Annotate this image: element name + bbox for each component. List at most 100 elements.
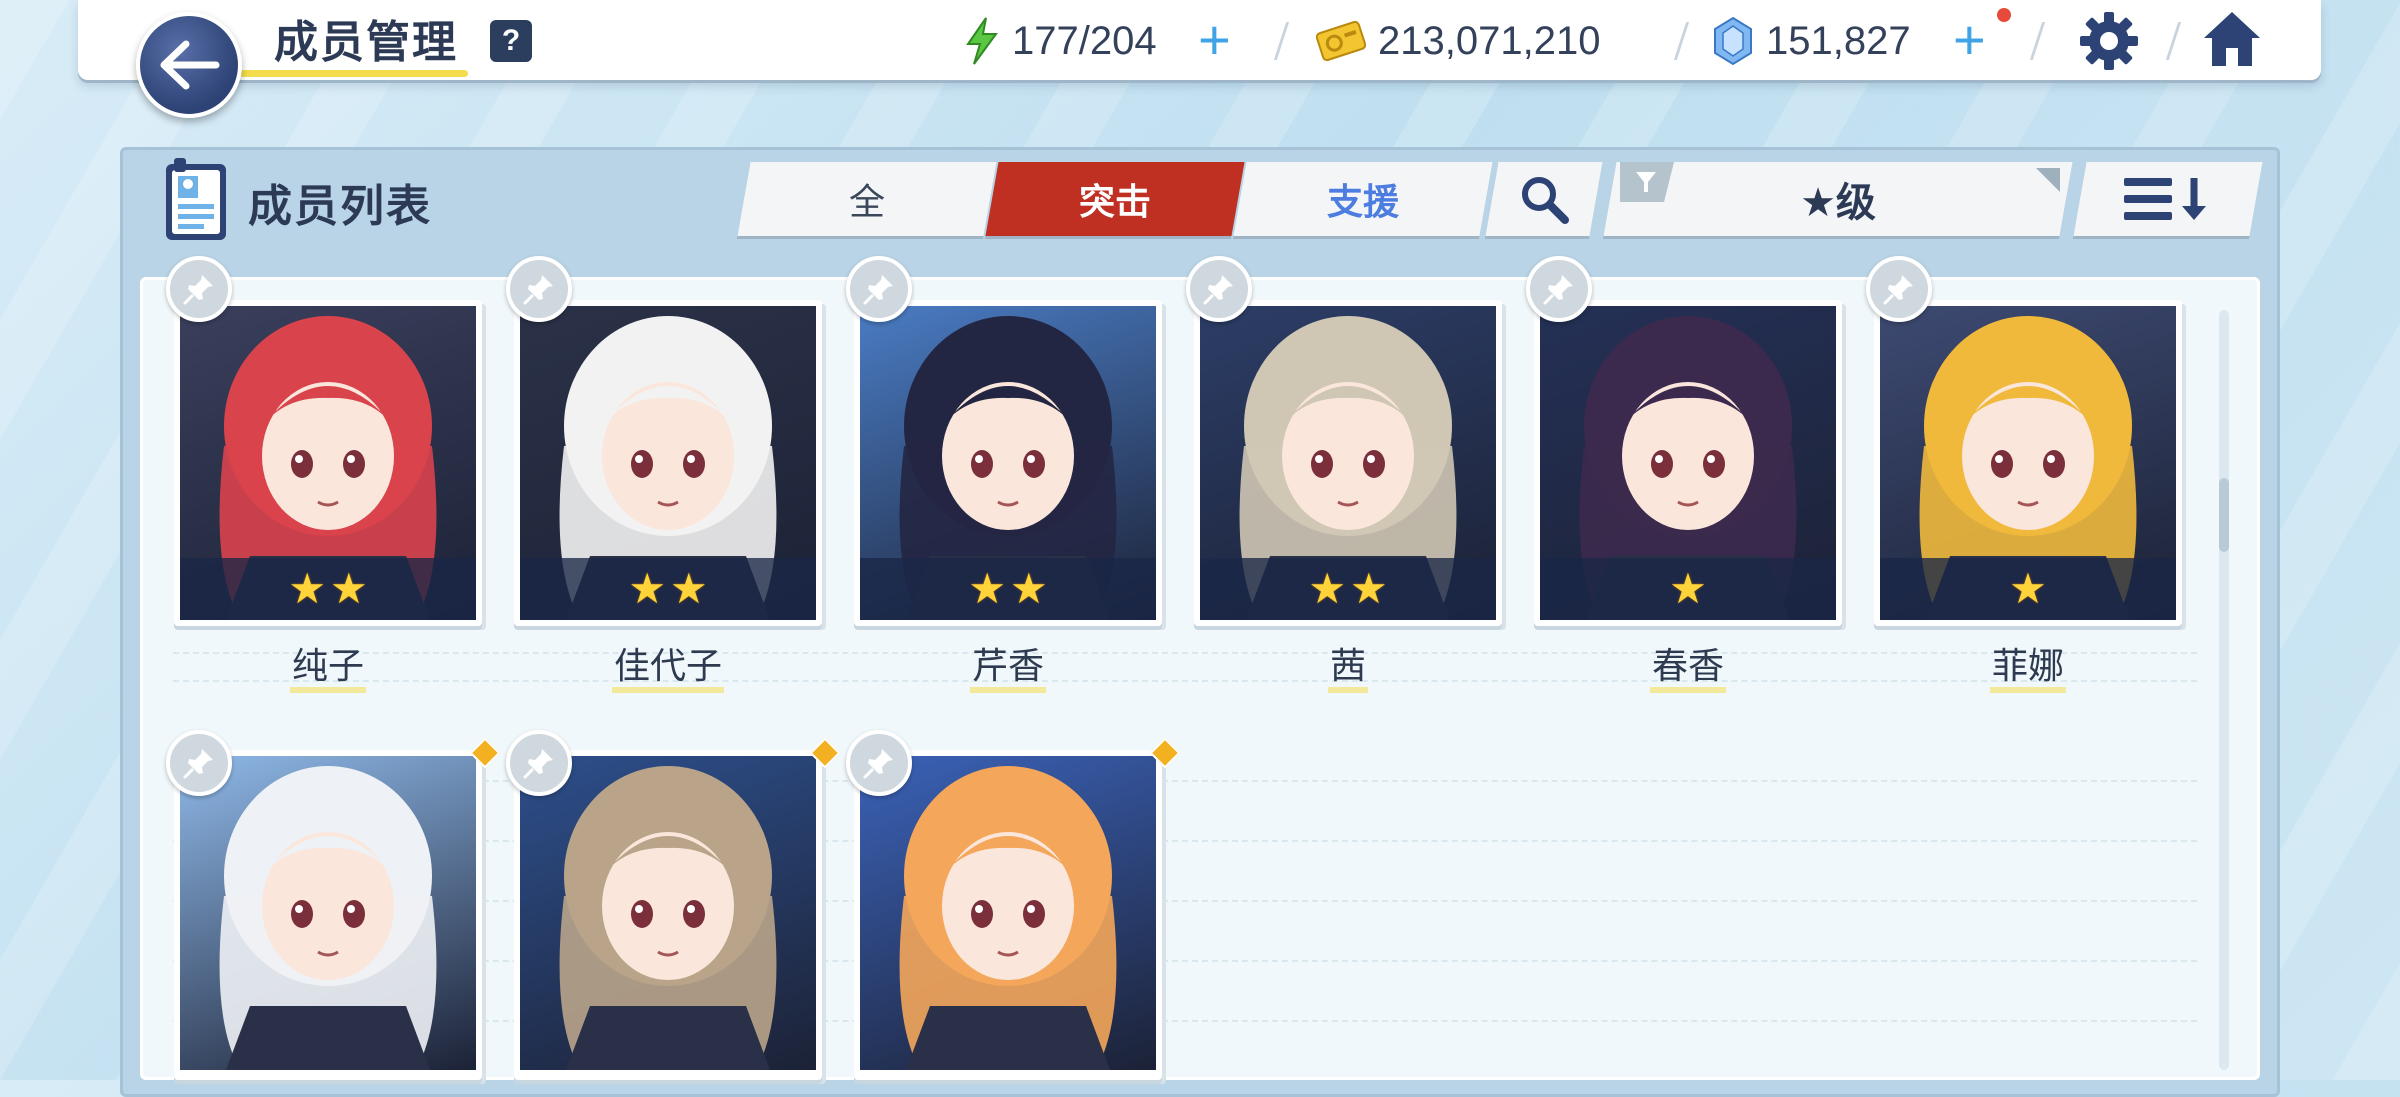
- pin-button[interactable]: [846, 730, 912, 796]
- student-card-frame: ★ ★: [1194, 300, 1502, 626]
- back-button[interactable]: [136, 12, 242, 118]
- pin-button[interactable]: [166, 256, 232, 322]
- student-name: 纯子: [174, 646, 482, 693]
- star-rating: ★ ★: [1200, 558, 1496, 620]
- star-icon: ★: [670, 565, 708, 612]
- pin-button[interactable]: [1866, 256, 1932, 322]
- pin-icon: [1883, 275, 1913, 305]
- star-icon: ★: [1308, 565, 1346, 612]
- help-button[interactable]: ?: [490, 20, 532, 62]
- pyroxene-gem-icon: [1714, 16, 1752, 66]
- credit-card-icon: [1316, 20, 1366, 62]
- pin-button[interactable]: [1526, 256, 1592, 322]
- search-button[interactable]: [1485, 162, 1603, 236]
- star-icon: ★: [628, 565, 666, 612]
- tab-special[interactable]: 支援: [1233, 162, 1493, 236]
- student-card[interactable]: [506, 730, 841, 1080]
- student-card-frame: [174, 750, 482, 1080]
- student-card-frame: ★: [1534, 300, 1842, 626]
- student-card-frame: [854, 750, 1162, 1080]
- student-name-text: 春香: [1649, 647, 1726, 693]
- student-name-text: 纯子: [289, 647, 366, 693]
- pin-button[interactable]: [506, 256, 572, 322]
- scrollbar-thumb[interactable]: [2219, 478, 2229, 552]
- tab-all[interactable]: 全: [737, 162, 997, 236]
- settings-button[interactable]: [2078, 10, 2140, 77]
- filter-icon: [1620, 162, 1674, 202]
- home-icon: [2204, 12, 2260, 66]
- tab-striker[interactable]: 突击: [985, 162, 1245, 236]
- star-icon: ★: [968, 565, 1006, 612]
- sort-order-button[interactable]: [2073, 162, 2263, 236]
- pin-button[interactable]: [506, 730, 572, 796]
- student-card[interactable]: ★ ★ 茜: [1186, 256, 1502, 693]
- sort-filter-dropdown[interactable]: ★级: [1603, 162, 2073, 236]
- star-rating: ★ ★: [520, 558, 816, 620]
- student-card[interactable]: ★ 春香: [1526, 256, 1842, 693]
- student-card-frame: ★ ★: [514, 300, 822, 626]
- pin-icon: [1203, 275, 1233, 305]
- scrollbar-track[interactable]: [2219, 310, 2229, 1070]
- arrow-left-icon: [160, 40, 220, 90]
- student-card-frame: ★ ★: [854, 300, 1162, 626]
- star-icon: ★: [288, 565, 326, 612]
- pin-button[interactable]: [846, 256, 912, 322]
- star-rating: ★ ★: [180, 558, 476, 620]
- sort-descending-icon: [2124, 178, 2206, 220]
- student-name-text: 芹香: [969, 647, 1046, 693]
- pin-icon: [183, 749, 213, 779]
- student-name: 春香: [1534, 646, 1842, 693]
- title-underline: [240, 70, 468, 77]
- add-pyroxene-button[interactable]: +: [1953, 12, 1986, 68]
- sort-label: ★级: [1800, 180, 1876, 226]
- student-name: 芹香: [854, 646, 1162, 693]
- student-card[interactable]: ★ ★ 芹香: [846, 256, 1162, 693]
- pin-icon: [863, 275, 893, 305]
- panel-title: 成员列表: [248, 181, 432, 232]
- star-rating: ★: [1880, 558, 2176, 620]
- student-card-frame: ★ ★: [174, 300, 482, 626]
- tab-striker-label: 突击: [1078, 182, 1151, 223]
- star-icon: ★: [1350, 565, 1388, 612]
- add-ap-button[interactable]: +: [1198, 12, 1231, 68]
- star-icon: ★: [1669, 565, 1707, 612]
- student-name: 佳代子: [514, 646, 822, 693]
- star-rating: ★: [1540, 558, 1836, 620]
- search-icon: [1522, 177, 1569, 224]
- credits-value: 213,071,210: [1378, 18, 1601, 63]
- pin-icon: [523, 275, 553, 305]
- student-portrait: [860, 756, 1156, 1070]
- pin-icon: [523, 749, 553, 779]
- notification-dot: [1997, 8, 2011, 22]
- student-name: 茜: [1194, 646, 1502, 693]
- student-name-text: 茜: [1327, 647, 1368, 693]
- pin-button[interactable]: [166, 730, 232, 796]
- star-icon: ★: [2009, 565, 2047, 612]
- tab-all-label: 全: [848, 182, 885, 223]
- pyroxene-value: 151,827: [1766, 18, 1911, 63]
- student-card[interactable]: ★ ★ 纯子: [166, 256, 482, 693]
- pin-icon: [1543, 275, 1573, 305]
- pin-button[interactable]: [1186, 256, 1252, 322]
- student-portrait: [180, 756, 476, 1070]
- credits-display: 213,071,210: [1316, 14, 1600, 68]
- corner-triangle-icon: [2036, 168, 2060, 192]
- ap-value: 177/204: [1012, 18, 1157, 63]
- student-card[interactable]: ★ ★ 佳代子: [506, 256, 822, 693]
- home-button[interactable]: [2200, 8, 2264, 75]
- roster-clipboard-icon: [160, 158, 232, 249]
- star-icon: ★: [330, 565, 368, 612]
- student-name-text: 佳代子: [611, 647, 724, 693]
- student-card-frame: ★: [1874, 300, 2182, 626]
- student-card[interactable]: [846, 730, 1181, 1080]
- pin-icon: [183, 275, 213, 305]
- tab-special-label: 支援: [1326, 182, 1399, 223]
- student-name-text: 菲娜: [1989, 647, 2066, 693]
- ap-display: 177/204: [964, 14, 1157, 68]
- pyroxene-display: 151,827: [1712, 14, 1911, 68]
- star-icon: ★: [1010, 565, 1048, 612]
- gear-icon: [2080, 12, 2138, 70]
- student-card[interactable]: [166, 730, 501, 1080]
- page-title: 成员管理: [274, 17, 458, 68]
- student-card[interactable]: ★ 菲娜: [1866, 256, 2182, 693]
